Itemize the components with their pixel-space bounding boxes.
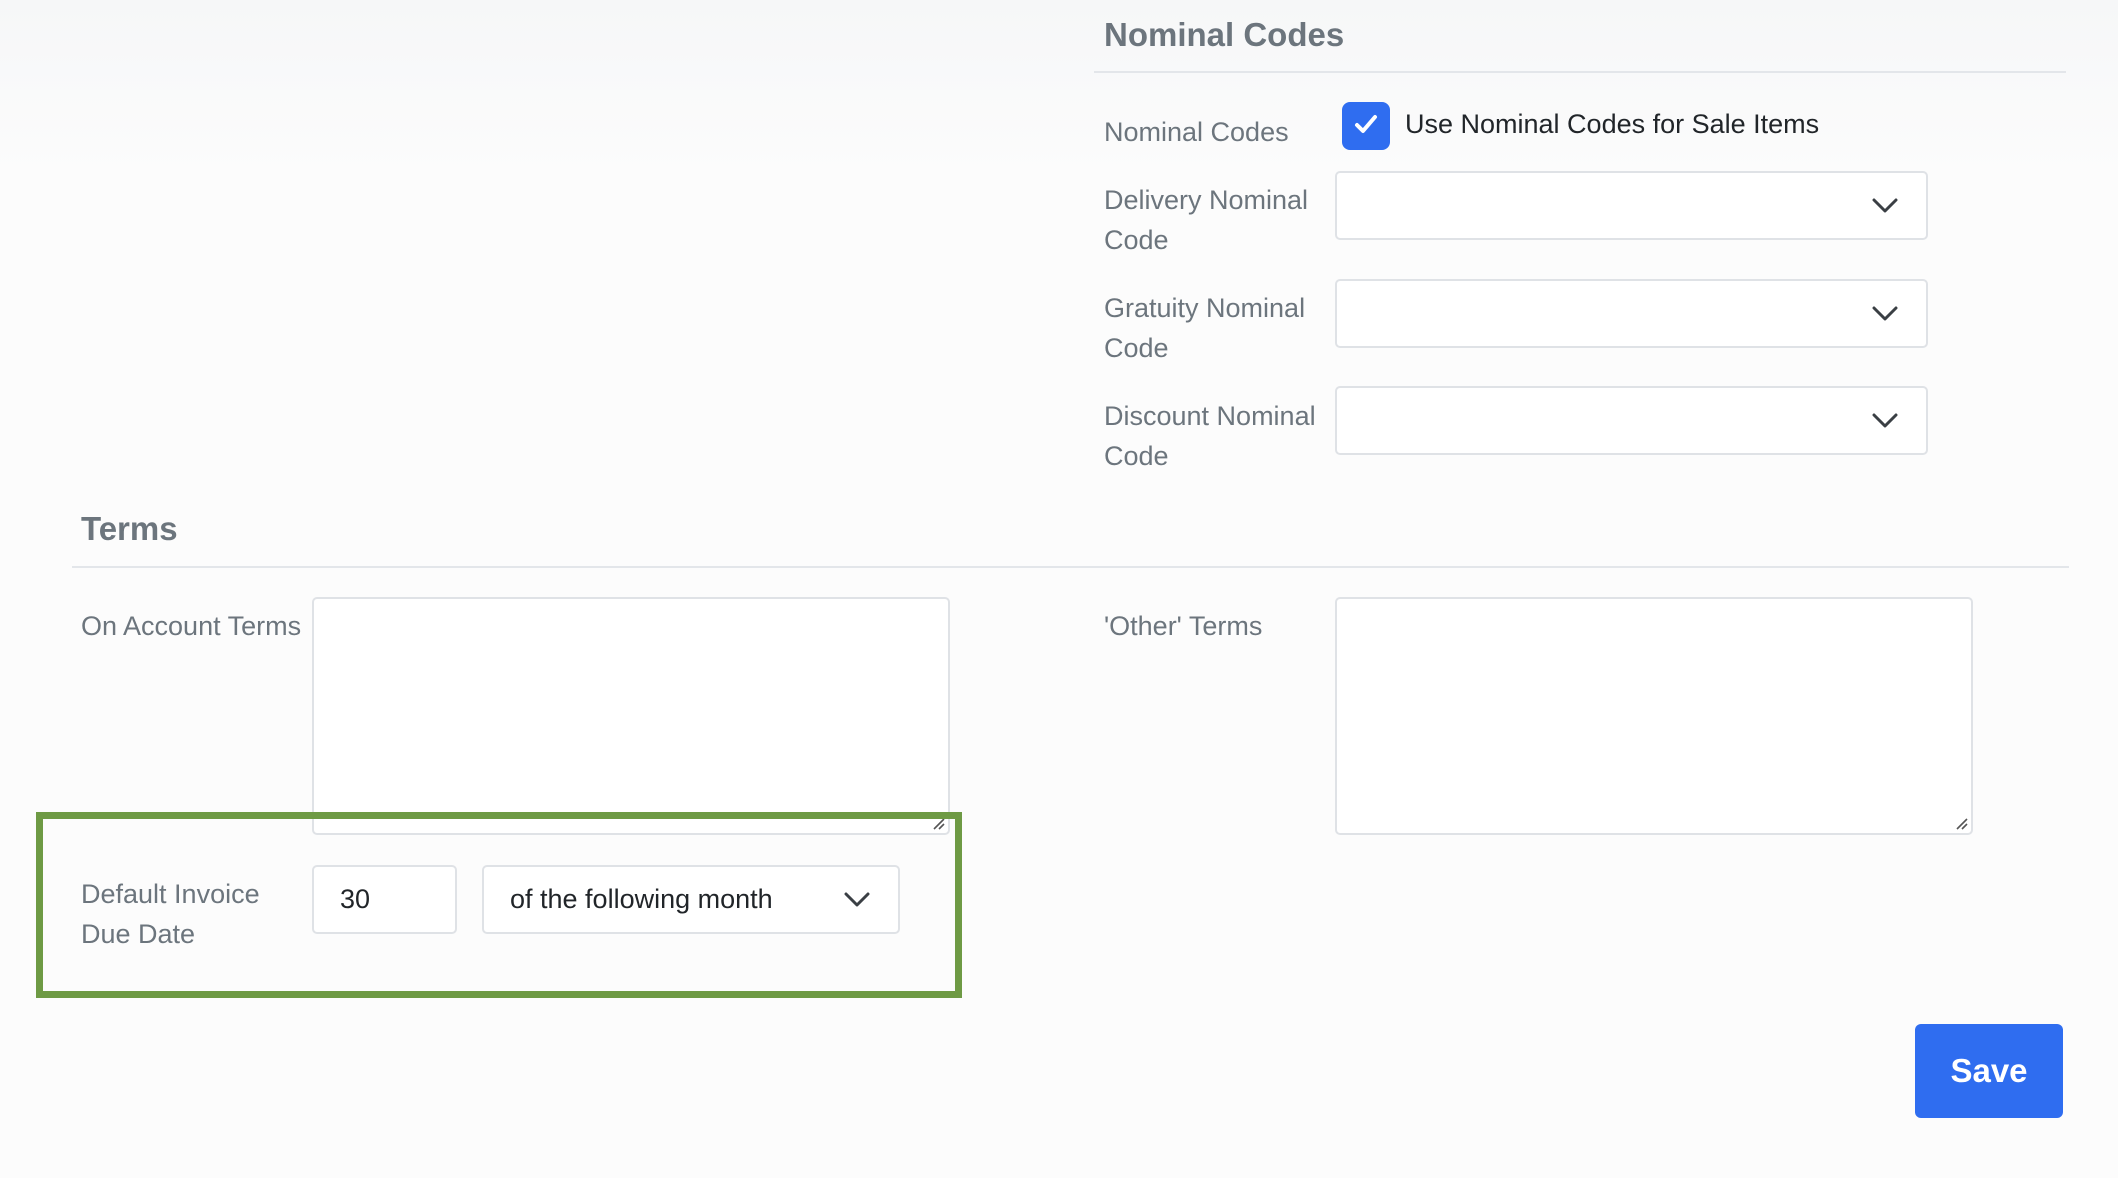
resize-grip-icon[interactable] (1953, 815, 1969, 831)
chevron-down-icon (1872, 306, 1898, 320)
on-account-terms-label: On Account Terms (81, 611, 302, 641)
on-account-terms-textarea[interactable] (312, 597, 950, 835)
gratuity-nominal-code-label-line2: Code (1104, 333, 1169, 363)
use-nominal-codes-checkbox-label[interactable]: Use Nominal Codes for Sale Items (1405, 104, 1819, 144)
gratuity-nominal-code-label: Gratuity Nominal Code (1104, 288, 1305, 368)
delivery-nominal-code-label-line1: Delivery Nominal (1104, 185, 1309, 215)
checkmark-icon (1355, 115, 1377, 133)
chevron-down-icon (1872, 198, 1898, 212)
nominal-codes-divider (1094, 71, 2066, 73)
save-button[interactable]: Save (1915, 1024, 2063, 1118)
terms-divider (72, 566, 2069, 568)
terms-title: Terms (81, 510, 178, 547)
discount-nominal-code-label-line1: Discount Nominal (1104, 401, 1316, 431)
gratuity-nominal-code-label-line1: Gratuity Nominal (1104, 293, 1306, 323)
nominal-codes-label: Nominal Codes (1104, 117, 1289, 147)
use-nominal-codes-checkbox[interactable] (1342, 102, 1390, 150)
due-date-highlight-box (36, 812, 962, 998)
discount-nominal-code-label: Discount Nominal Code (1104, 396, 1316, 476)
gratuity-nominal-code-select[interactable] (1335, 279, 1928, 348)
delivery-nominal-code-label: Delivery Nominal Code (1104, 180, 1308, 260)
other-terms-textarea[interactable] (1335, 597, 1973, 835)
other-terms-label: 'Other' Terms (1104, 611, 1263, 641)
nominal-codes-title: Nominal Codes (1104, 16, 1345, 53)
discount-nominal-code-select[interactable] (1335, 386, 1928, 455)
delivery-nominal-code-select[interactable] (1335, 171, 1928, 240)
delivery-nominal-code-label-line2: Code (1104, 225, 1169, 255)
discount-nominal-code-label-line2: Code (1104, 441, 1169, 471)
chevron-down-icon (1872, 413, 1898, 427)
